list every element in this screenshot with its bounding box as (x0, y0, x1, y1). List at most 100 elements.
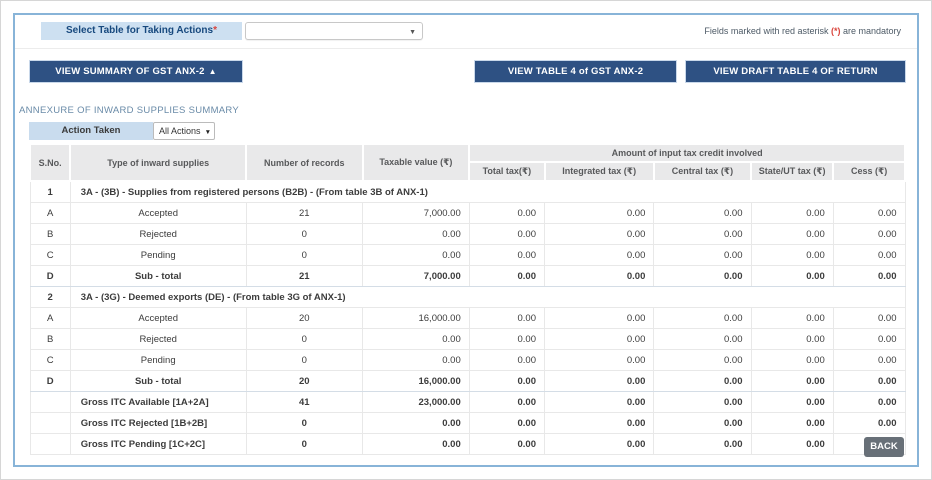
view-summary-button[interactable]: VIEW SUMMARY OF GST ANX-2 ▲ (29, 60, 243, 83)
value-cell: 0.00 (468, 328, 546, 350)
table-row: A Accepted 21 7,000.00 0.00 0.00 0.00 0.00 0.00 (29, 202, 906, 224)
records-cell: 0 (245, 349, 364, 371)
records-cell: 20 (245, 370, 364, 392)
action-taken-dropdown-value: All Actions (159, 126, 201, 136)
value-cell: 0.00 (543, 370, 655, 392)
table-row: A Accepted 20 16,000.00 0.00 0.00 0.00 0.00 0.00 (29, 307, 906, 329)
value-cell: 0.00 (750, 223, 834, 245)
table-row: 1 3A - (3B) - Supplies from registered pe… (29, 180, 906, 203)
value-cell: 0.00 (543, 265, 655, 287)
value-cell: 0.00 (832, 349, 906, 371)
sno-cell: C (29, 244, 71, 266)
value-cell: 0.00 (832, 223, 906, 245)
value-cell: 0.00 (832, 391, 906, 413)
col-header-type: Type of inward supplies (69, 143, 248, 182)
value-cell: 0.00 (653, 391, 752, 413)
value-cell: 0.00 (653, 349, 752, 371)
records-cell: 0 (245, 433, 364, 455)
table-row: Gross ITC Rejected [1B+2B] 0 0.00 0.00 0.00 0… (29, 412, 906, 434)
value-cell: 0.00 (468, 307, 546, 329)
sno-cell (29, 433, 71, 455)
select-table-label-text: Select Table for Taking Actions (66, 25, 214, 36)
type-cell: Pending (69, 349, 247, 371)
value-cell: 0.00 (543, 391, 655, 413)
view-summary-button-label: VIEW SUMMARY OF GST ANX-2 (55, 66, 205, 77)
view-table4-button[interactable]: VIEW TABLE 4 of GST ANX-2 (474, 60, 677, 83)
value-cell: 0.00 (750, 244, 834, 266)
value-cell: 0.00 (653, 433, 752, 455)
value-cell: 7,000.00 (362, 265, 470, 287)
action-taken-dropdown[interactable]: All Actions ▼ (153, 122, 215, 140)
view-draft-table4-button[interactable]: VIEW DRAFT TABLE 4 OF RETURN (685, 60, 906, 83)
value-cell: 0.00 (750, 328, 834, 350)
table-row: C Pending 0 0.00 0.00 0.00 0.00 0.00 0.00 (29, 349, 906, 371)
summary-table-wrap: S.No. Type of inward supplies Number of … (28, 143, 906, 455)
table-row: Gross ITC Pending [1C+2C] 0 0.00 0.00 0.00 0.… (29, 433, 906, 455)
value-cell: 0.00 (468, 370, 546, 392)
records-cell: 21 (245, 265, 364, 287)
records-cell: 0 (245, 244, 364, 266)
sno-cell: B (29, 328, 71, 350)
value-cell: 7,000.00 (362, 202, 470, 224)
table-row: D Sub - total 20 16,000.00 0.00 0.00 0.00 0.00 0… (29, 370, 906, 392)
col-header-integrated-tax: Integrated tax (₹) (543, 161, 655, 182)
type-cell: Rejected (69, 223, 247, 245)
value-cell: 0.00 (750, 433, 834, 455)
col-header-state-tax: State/UT tax (₹) (749, 161, 835, 182)
sno-cell: D (29, 265, 71, 287)
records-cell: 0 (245, 223, 364, 245)
value-cell: 0.00 (750, 307, 834, 329)
value-cell: 0.00 (468, 391, 546, 413)
value-cell: 0.00 (750, 349, 834, 371)
mandatory-note-suffix: are mandatory (840, 26, 901, 36)
value-cell: 0.00 (468, 433, 546, 455)
value-cell: 0.00 (832, 244, 906, 266)
value-cell: 0.00 (653, 370, 752, 392)
table-row: C Pending 0 0.00 0.00 0.00 0.00 0.00 0.00 (29, 244, 906, 266)
value-cell: 0.00 (362, 412, 470, 434)
value-cell: 0.00 (543, 202, 655, 224)
main-panel: Select Table for Taking Actions* ▼ Field… (13, 13, 919, 467)
value-cell: 0.00 (832, 370, 906, 392)
table-row: Gross ITC Available [1A+2A] 41 23,000.00 0.… (29, 391, 906, 413)
value-cell: 0.00 (543, 349, 655, 371)
table-row: 2 3A - (3G) - Deemed exports (DE) - (From… (29, 286, 906, 308)
value-cell: 0.00 (832, 265, 906, 287)
value-cell: 0.00 (468, 223, 546, 245)
action-buttons-row: VIEW SUMMARY OF GST ANX-2 ▲ VIEW TABLE 4 … (29, 60, 906, 84)
sno-cell (29, 391, 71, 413)
value-cell: 0.00 (468, 265, 546, 287)
value-cell: 0.00 (468, 349, 546, 371)
col-header-records: Number of records (245, 143, 364, 182)
type-cell: Accepted (69, 202, 247, 224)
value-cell: 0.00 (653, 223, 752, 245)
table-body: 1 3A - (3B) - Supplies from registered pe… (29, 180, 906, 455)
select-table-dropdown[interactable]: ▼ (245, 22, 423, 40)
value-cell: 0.00 (653, 412, 752, 434)
type-cell: Sub - total (69, 370, 247, 392)
col-header-central-tax: Central tax (₹) (652, 161, 753, 182)
value-cell: 0.00 (362, 244, 470, 266)
value-cell: 0.00 (832, 307, 906, 329)
col-header-total-tax: Total tax(₹) (468, 161, 546, 182)
sno-cell: C (29, 349, 71, 371)
col-header-cess: Cess (₹) (832, 161, 906, 182)
table-row: D Sub - total 21 7,000.00 0.00 0.00 0.00 0.00 0.… (29, 265, 906, 287)
value-cell: 0.00 (750, 265, 834, 287)
value-cell: 0.00 (543, 307, 655, 329)
gst-anx2-screen: Select Table for Taking Actions* ▼ Field… (0, 0, 932, 480)
action-taken-label: Action Taken (29, 122, 153, 140)
value-cell: 0.00 (543, 244, 655, 266)
select-table-label: Select Table for Taking Actions* (41, 22, 242, 40)
back-button[interactable]: BACK (864, 437, 904, 457)
value-cell: 0.00 (750, 370, 834, 392)
value-cell: 0.00 (362, 433, 470, 455)
value-cell: 0.00 (653, 265, 752, 287)
sno-cell: 1 (29, 180, 71, 203)
type-cell: Gross ITC Available [1A+2A] (69, 391, 247, 413)
chevron-down-icon: ▼ (204, 129, 211, 136)
required-asterisk: * (213, 25, 217, 36)
table-row: B Rejected 0 0.00 0.00 0.00 0.00 0.00 0.00 (29, 223, 906, 245)
value-cell: 0.00 (362, 349, 470, 371)
chevron-down-icon: ▼ (409, 29, 416, 36)
